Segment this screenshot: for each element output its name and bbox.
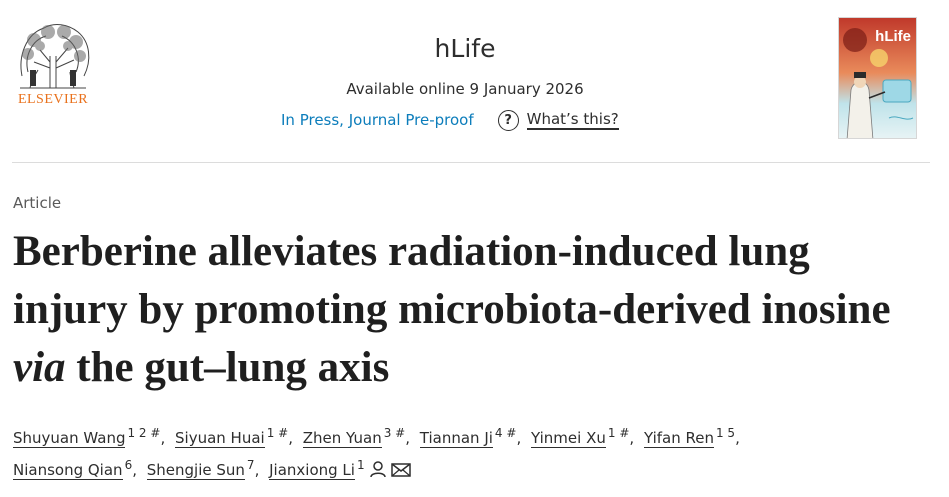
header-divider xyxy=(12,162,930,163)
author-item[interactable]: Niansong Qian 6 xyxy=(13,459,132,480)
author-item[interactable]: Shengjie Sun 7 xyxy=(146,458,255,480)
journal-title[interactable]: hLife xyxy=(270,34,660,63)
author-item[interactable]: Yinmei Xu 1 # xyxy=(531,426,630,448)
availability-date: Available online 9 January 2026 xyxy=(346,80,584,98)
author-affiliation: 1 # xyxy=(266,426,289,440)
elsevier-logo[interactable]: ELSEVIER xyxy=(10,16,96,112)
author-item[interactable]: Siyuan Huai 1 # xyxy=(175,426,289,448)
author-affiliation: 1 2 # xyxy=(127,426,161,440)
elsevier-wordmark: ELSEVIER xyxy=(17,92,89,107)
author-item[interactable]: Jianxiong Li 1 xyxy=(269,458,411,480)
in-press-link[interactable]: In Press, Journal Pre-proof xyxy=(281,111,474,129)
article-status-row: In Press, Journal Pre-proof ? What’s thi… xyxy=(281,108,619,132)
title-italic: via xyxy=(13,344,66,391)
author-name[interactable]: Siyuan Huai xyxy=(175,429,265,448)
author-name[interactable]: Zhen Yuan xyxy=(302,429,382,448)
author-affiliation: 4 # xyxy=(494,426,517,440)
author-affiliation: 1 xyxy=(356,458,365,472)
author-name[interactable]: Niansong Qian xyxy=(13,461,123,480)
author-list: Shuyuan Wang 1 2 #, Siyuan Huai 1 #, Zhen … xyxy=(13,426,740,480)
author-name[interactable]: Shuyuan Wang xyxy=(13,429,126,448)
title-part-1: Berberine alleviates radiation-induced l… xyxy=(13,228,891,333)
author-name[interactable]: Jianxiong Li xyxy=(269,461,355,480)
author-affiliation: 7 xyxy=(246,458,255,472)
cover-title: hLife xyxy=(875,28,911,45)
journal-header: hLife Available online 9 January 2026 xyxy=(270,34,660,98)
person-icon xyxy=(369,461,386,478)
title-part-2: the gut–lung axis xyxy=(65,344,390,391)
whats-this-label: What’s this? xyxy=(526,110,619,130)
author-item[interactable]: Yifan Ren 1 5 xyxy=(643,426,736,448)
author-name[interactable]: Yifan Ren xyxy=(643,429,714,448)
author-name[interactable]: Yinmei Xu xyxy=(531,429,606,448)
author-affiliation: 1 # xyxy=(607,426,630,440)
author-item[interactable]: Zhen Yuan 3 # xyxy=(302,426,406,448)
question-mark-icon: ? xyxy=(497,109,519,131)
author-item[interactable]: Tiannan Ji 4 # xyxy=(419,426,517,448)
author-item[interactable]: Shuyuan Wang 1 2 # xyxy=(13,426,161,448)
author-name[interactable]: Tiannan Ji xyxy=(419,429,493,448)
article-type-label: Article xyxy=(13,194,62,212)
elsevier-tree-logo xyxy=(20,24,90,89)
author-affiliation: 1 5 xyxy=(715,426,736,440)
envelope-icon[interactable] xyxy=(390,462,411,478)
author-name[interactable]: Shengjie Sun xyxy=(146,461,245,480)
article-title: Berberine alleviates radiation-induced l… xyxy=(13,223,933,397)
journal-cover-image[interactable]: hLife xyxy=(838,17,917,139)
whats-this-button[interactable]: ? What’s this? xyxy=(497,109,619,131)
author-affiliation: 3 # xyxy=(383,426,406,440)
